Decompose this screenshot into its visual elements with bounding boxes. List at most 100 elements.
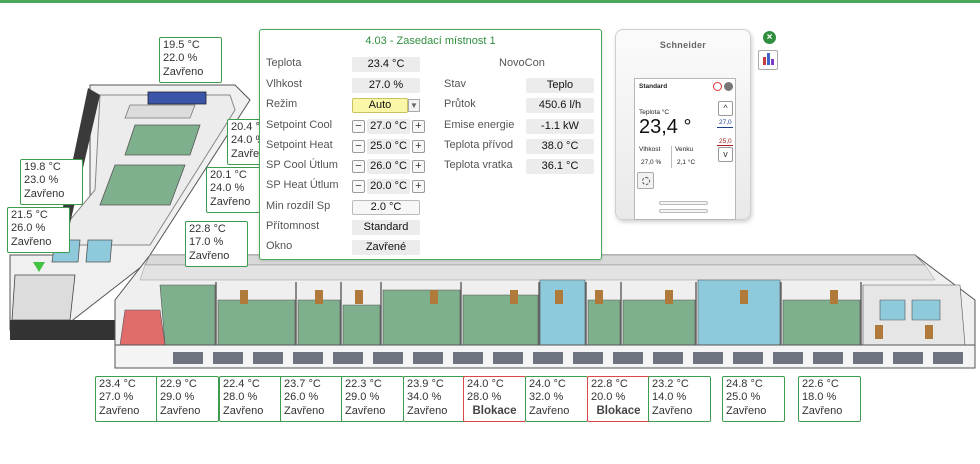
sp-cool-utlum-value[interactable]: 26.0 °C: [367, 159, 410, 174]
sp-heat-utlum-plus-button[interactable]: +: [412, 180, 425, 193]
room-tag[interactable]: 22.3 °C 29.0 % Zavřeno: [341, 376, 404, 422]
room-tag[interactable]: 22.9 °C 29.0 % Zavřeno: [156, 376, 219, 422]
gear-icon[interactable]: [724, 82, 733, 91]
field-rezim: Režim Auto ▼: [266, 98, 436, 113]
tower-room-3: [124, 104, 196, 119]
field-okno-value: Zavřené: [352, 240, 420, 255]
field-teplota-vratka-label: Teplota vratka: [444, 159, 513, 171]
tower-room-1: [124, 124, 201, 156]
thermostat-sp-heat: 25,0: [719, 138, 732, 145]
room-tag-status: Zavřeno: [345, 404, 386, 417]
thermostat-down-button[interactable]: v: [718, 147, 733, 162]
field-prutok: Průtok 450.6 l/h: [444, 98, 594, 113]
room-tag[interactable]: 23.7 °C 26.0 % Zavřeno: [280, 376, 343, 422]
setpoint-cool-plus-button[interactable]: +: [412, 120, 425, 133]
room-tag[interactable]: 23.9 °C 34.0 % Zavřeno: [403, 376, 466, 422]
field-sp-cool-utlum-label: SP Cool Útlum: [266, 159, 338, 171]
room-tag-status: Zavřeno: [160, 404, 201, 417]
thermostat-mode: Standard: [639, 83, 668, 90]
thermostat-out-value: 2,1 °C: [677, 159, 696, 166]
sp-heat-utlum-minus-button[interactable]: −: [352, 180, 365, 193]
tower-wc-2: [85, 239, 113, 263]
setpoint-cool-minus-button[interactable]: −: [352, 120, 365, 133]
field-vlhkost-label: Vlhkost: [266, 78, 303, 90]
chevron-down-icon[interactable]: ▼: [408, 99, 420, 112]
room-tag-humidity: 29.0 %: [345, 391, 380, 404]
wing-room-7: [587, 299, 621, 346]
wing-room-blue-1: [539, 279, 586, 346]
wing-room-9: [782, 299, 861, 346]
close-icon[interactable]: ×: [763, 31, 776, 44]
room-tag[interactable]: 22.6 °C 18.0 % Zavřeno: [798, 376, 861, 422]
field-min-rozdil-label: Min rozdíl Sp: [266, 200, 331, 212]
wing-room-3: [297, 299, 341, 346]
sp-heat-utlum-value[interactable]: 20.0 °C: [367, 179, 410, 194]
bar-chart-icon[interactable]: [758, 50, 778, 70]
setpoint-heat-plus-button[interactable]: +: [412, 140, 425, 153]
room-tag[interactable]: 24.0 °C 28.0 % Blokace: [463, 376, 526, 422]
field-setpoint-heat-label: Setpoint Heat: [266, 139, 333, 151]
room-tag-status: Zavřeno: [210, 195, 251, 208]
field-teplota-privod-value: 38.0 °C: [526, 139, 594, 154]
room-tag-temp: 20.1 °C: [210, 169, 247, 181]
thermostat-widget[interactable]: Schneider Standard Teplota °C 23,4 ° ^ 2…: [615, 29, 751, 220]
wing-room-4: [342, 304, 381, 346]
room-tag-temp: 22.8 °C: [189, 223, 226, 235]
room-tag-status: Zavřeno: [726, 404, 767, 417]
wing-room-5: [382, 289, 461, 346]
room-tag[interactable]: 24.8 °C 25.0 % Zavřeno: [722, 376, 785, 422]
thermostat-hum-label: Vlhkost: [639, 146, 661, 153]
thermostat-up-button[interactable]: ^: [718, 101, 733, 116]
room-tag[interactable]: 22.4 °C 28.0 % Zavřeno: [219, 376, 282, 422]
min-rozdil-input[interactable]: 2.0 °C: [352, 200, 420, 215]
wing-wc-3: [879, 299, 906, 321]
room-tag-temp: 19.5 °C: [163, 39, 200, 51]
room-tag-temp: 24.0 °C: [467, 378, 504, 390]
sp-cool-utlum-plus-button[interactable]: +: [412, 160, 425, 173]
room-tag-temp: 23.7 °C: [284, 378, 321, 390]
setpoint-heat-minus-button[interactable]: −: [352, 140, 365, 153]
room-tag-humidity: 24.0 %: [210, 182, 245, 195]
wing-room-1: [159, 284, 216, 346]
tower-dark-base: [10, 320, 120, 340]
wing-room-8: [622, 299, 696, 346]
room-tag-status: Zavřeno: [24, 187, 65, 200]
room-tag-status: Blokace: [472, 404, 517, 417]
room-tag-humidity: 18.0 %: [802, 391, 837, 404]
field-teplota-label: Teplota: [266, 57, 302, 69]
room-tag[interactable]: 23.4 °C 27.0 % Zavřeno: [95, 376, 158, 422]
sp-cool-line: [717, 127, 733, 128]
room-tag[interactable]: 22.8 °C 17.0 % Zavřeno: [185, 221, 248, 267]
tower-room-2: [99, 164, 186, 206]
field-stav: Stav Teplo: [444, 78, 594, 93]
room-tag[interactable]: 22.8 °C 20.0 % Blokace: [587, 376, 650, 422]
room-tag-status: Zavřeno: [802, 404, 843, 417]
room-tag[interactable]: 21.5 °C 26.0 % Zavřeno: [7, 207, 70, 253]
room-tag[interactable]: 23.2 °C 14.0 % Zavřeno: [648, 376, 711, 422]
setpoint-cool-value[interactable]: 27.0 °C: [367, 119, 410, 134]
thermostat-hum-value: 27,0 %: [641, 159, 662, 166]
field-teplota-privod: Teplota přívod 38.0 °C: [444, 139, 594, 154]
wing-room-6: [462, 294, 539, 346]
fan-icon[interactable]: [637, 172, 654, 189]
setpoint-heat-value[interactable]: 25.0 °C: [367, 139, 410, 154]
sp-cool-utlum-minus-button[interactable]: −: [352, 160, 365, 173]
room-tag-humidity: 34.0 %: [407, 391, 442, 404]
room-tag[interactable]: 19.5 °C 22.0 % Zavřeno: [159, 37, 222, 83]
mode-select[interactable]: Auto: [352, 98, 408, 113]
wing-wc-4: [911, 299, 941, 321]
room-tag-humidity: 28.0 %: [467, 391, 502, 404]
room-tag-humidity: 26.0 %: [284, 391, 319, 404]
field-setpoint-heat: Setpoint Heat − 25.0 °C +: [266, 139, 436, 154]
room-tag[interactable]: 19.8 °C 23.0 % Zavřeno: [20, 159, 83, 205]
room-tag-temp: 23.2 °C: [652, 378, 689, 390]
room-tag-humidity: 32.0 %: [529, 391, 564, 404]
room-tag-humidity: 14.0 %: [652, 391, 687, 404]
room-tag-status: Zavřeno: [189, 249, 230, 262]
room-tag[interactable]: 24.0 °C 32.0 % Zavřeno: [525, 376, 588, 422]
field-okno-label: Okno: [266, 240, 293, 252]
field-sp-cool-utlum: SP Cool Útlum − 26.0 °C +: [266, 159, 436, 174]
thermostat-slot-1: [659, 201, 708, 205]
room-tag-temp: 24.0 °C: [529, 378, 566, 390]
wing-corridor: [139, 264, 936, 281]
